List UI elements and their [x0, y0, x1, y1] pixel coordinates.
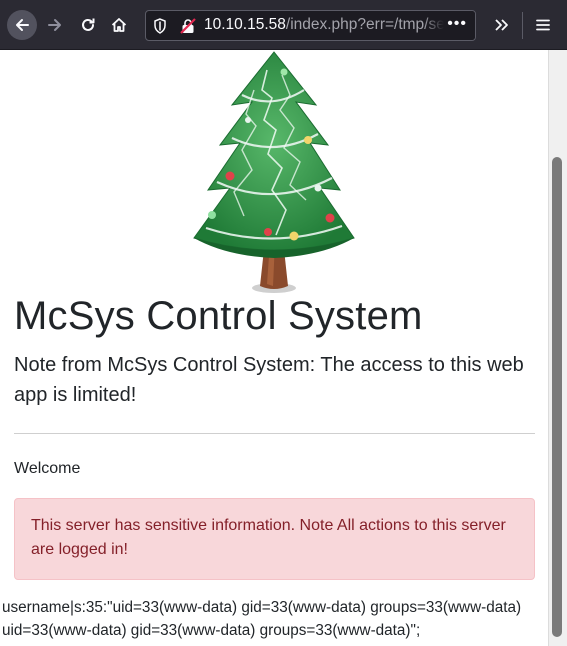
- christmas-tree-image: [193, 51, 355, 293]
- reload-icon[interactable]: [73, 10, 103, 40]
- tracking-protection-shield-icon[interactable]: [153, 18, 167, 34]
- url-text[interactable]: 10.10.15.58/index.php?err=/tmp/se: [204, 16, 445, 34]
- page-viewport: McSys Control System Note from McSys Con…: [0, 50, 548, 646]
- divider: [14, 433, 535, 434]
- page-actions-button[interactable]: •••: [447, 15, 467, 33]
- url-bar[interactable]: 10.10.15.58/index.php?err=/tmp/se •••: [145, 10, 476, 41]
- home-icon[interactable]: [104, 10, 134, 40]
- page-subtitle: Note from McSys Control System: The acce…: [14, 354, 524, 406]
- vertical-scrollbar[interactable]: [548, 50, 567, 646]
- warning-alert: This server has sensitive information. N…: [14, 498, 535, 580]
- browser-toolbar: 10.10.15.58/index.php?err=/tmp/se •••: [0, 0, 567, 50]
- insecure-lock-icon[interactable]: [180, 18, 196, 34]
- forward-arrow-icon[interactable]: [40, 10, 70, 40]
- hamburger-menu-icon[interactable]: [528, 10, 558, 40]
- toolbar-separator: [522, 12, 523, 39]
- welcome-text: Welcome: [14, 460, 81, 477]
- page-title: McSys Control System: [14, 294, 423, 338]
- session-dump-text: username|s:35:"uid=33(www-data) gid=33(w…: [2, 599, 522, 639]
- scrollbar-thumb[interactable]: [552, 157, 562, 637]
- back-arrow-icon[interactable]: [7, 10, 37, 40]
- url-host: 10.10.15.58: [204, 16, 286, 33]
- chevron-double-right-icon[interactable]: [486, 10, 516, 40]
- url-path: /index.php?err=/tmp/se: [285, 16, 445, 33]
